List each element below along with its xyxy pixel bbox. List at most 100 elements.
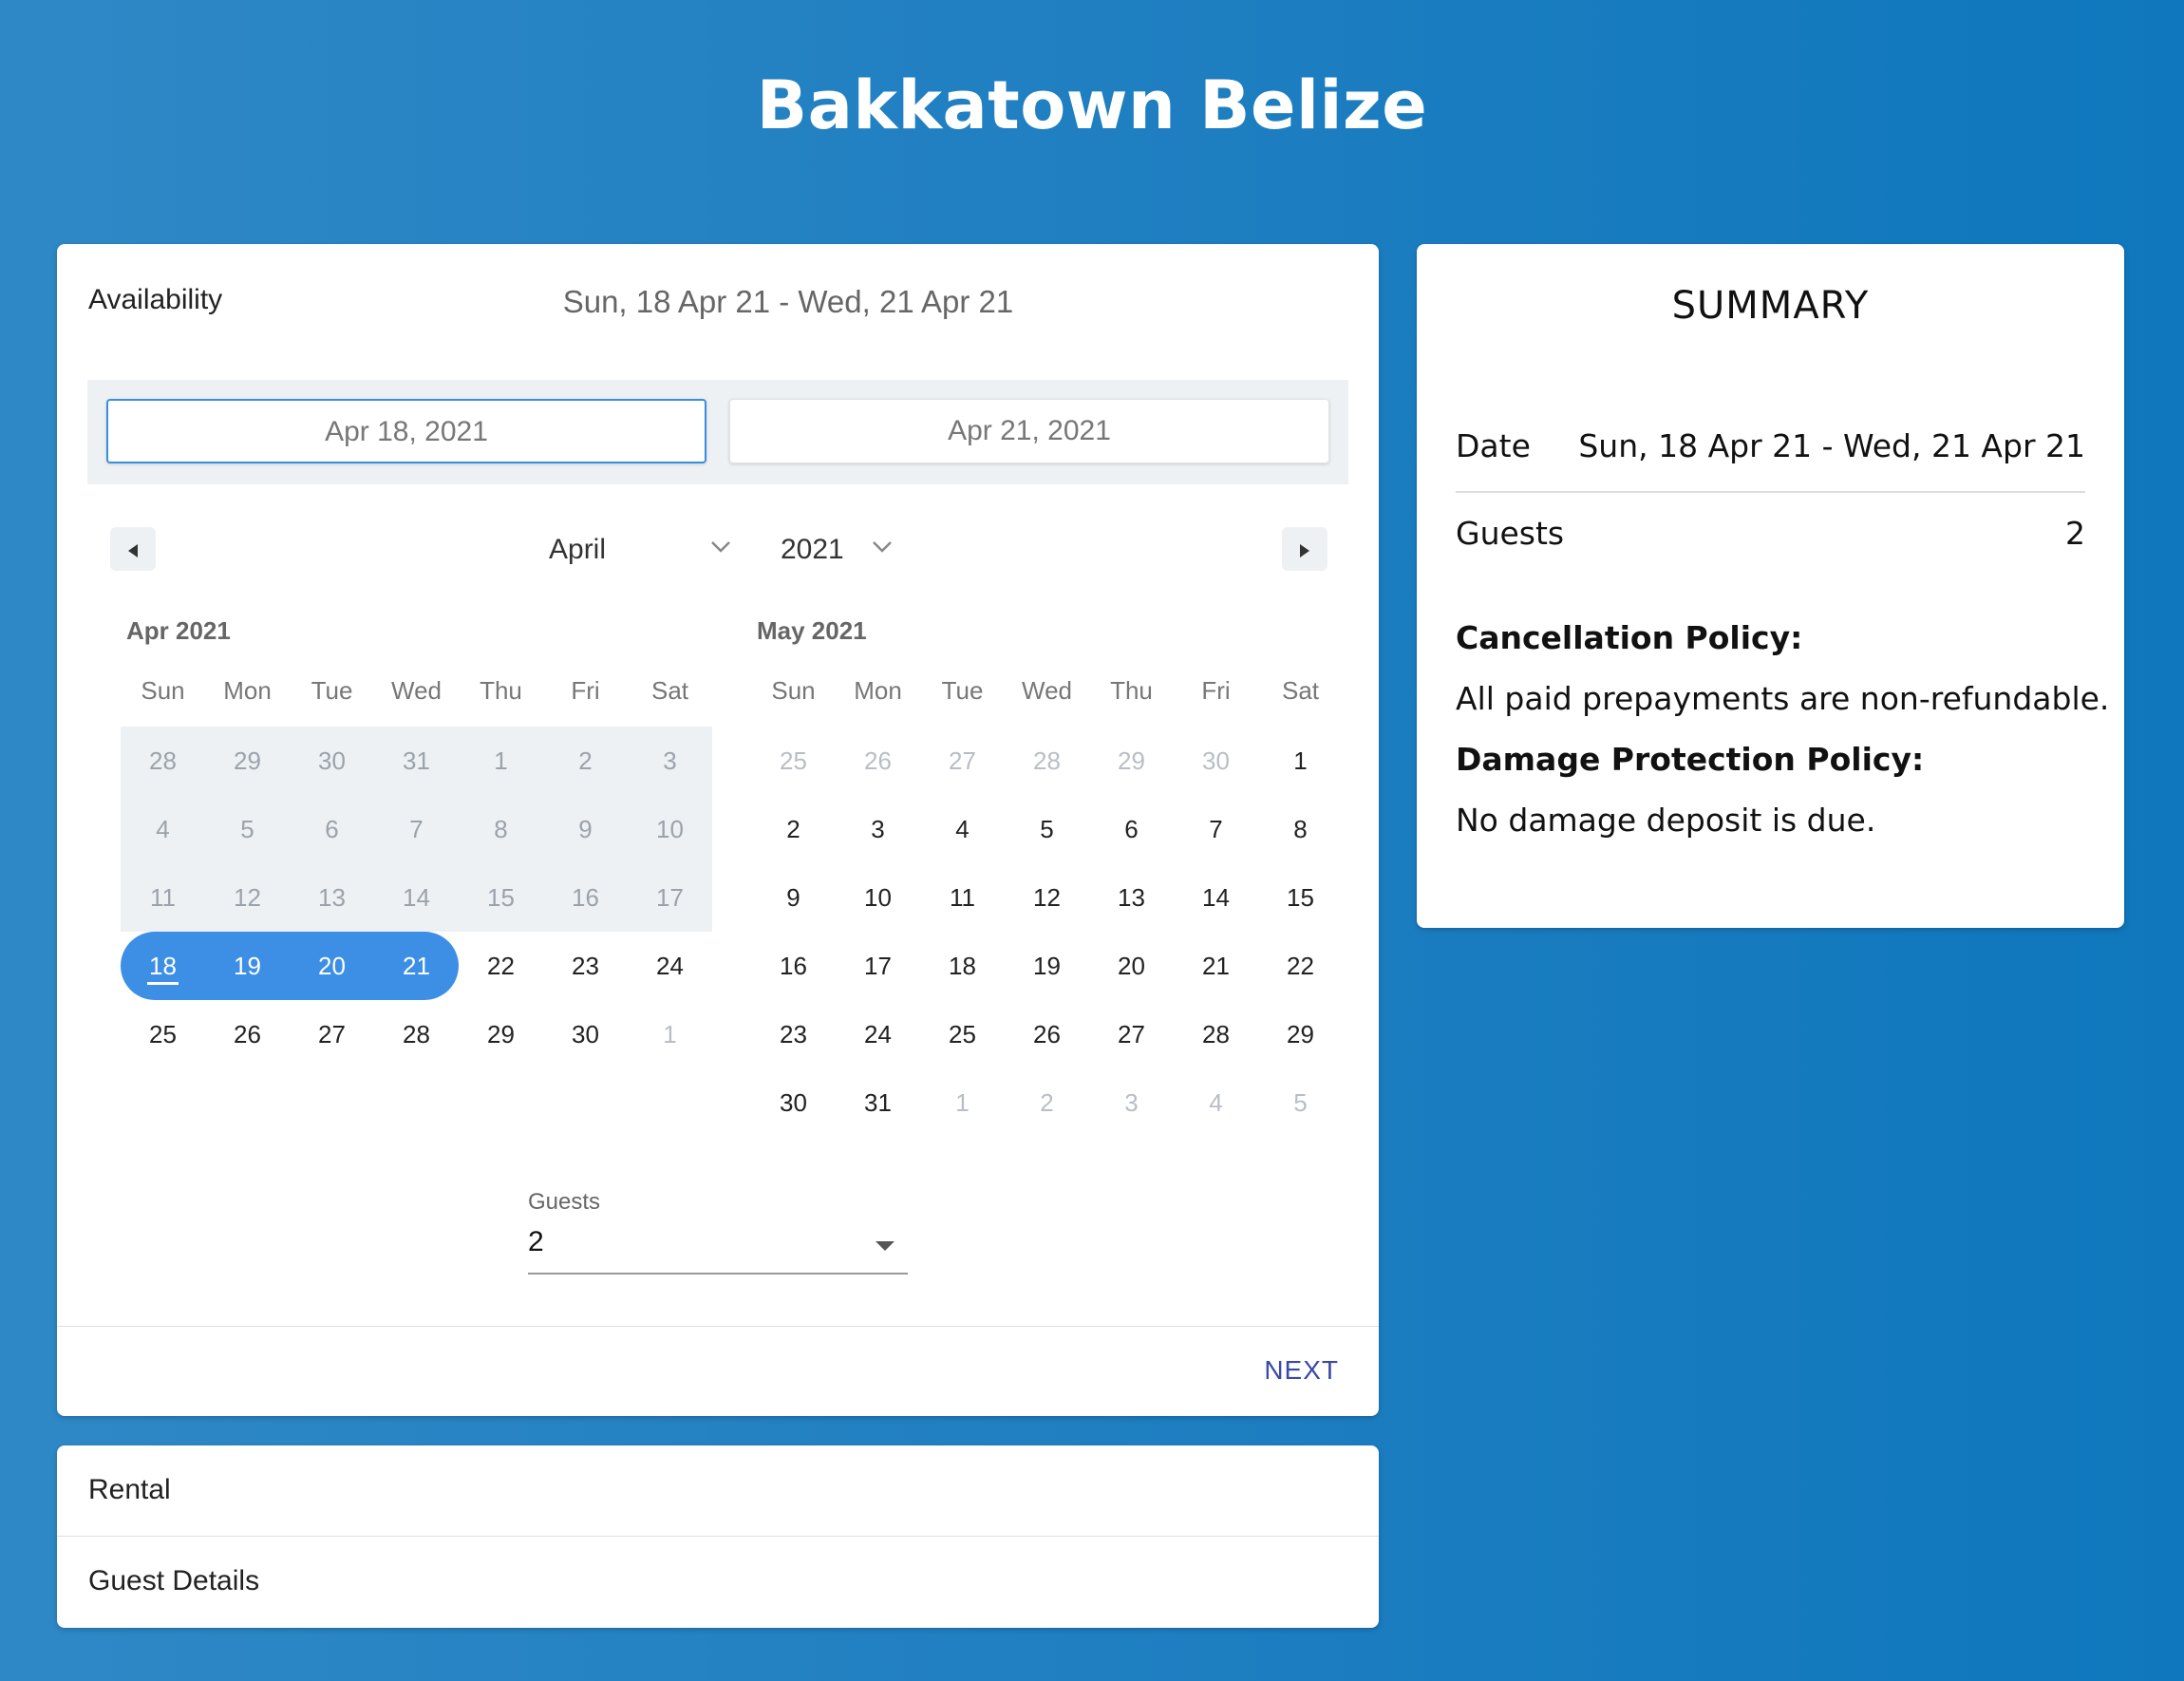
summary-date-value: Sun, 18 Apr 21 - Wed, 21 Apr 21 [1578, 427, 2085, 464]
weekday-label: Tue [311, 676, 353, 705]
calendar-day[interactable]: 29 [1089, 727, 1174, 795]
calendar-day[interactable]: 3 [836, 795, 920, 863]
calendar-day[interactable]: 27 [920, 727, 1005, 795]
calendar-day[interactable]: 28 [1005, 727, 1089, 795]
calendar-day[interactable]: 18 [920, 932, 1005, 1000]
summary-guests-label: Guests [1456, 515, 1565, 552]
calendar-day[interactable]: 31 [836, 1068, 920, 1137]
summary-title: SUMMARY [1671, 284, 1870, 328]
summary-date-label: Date [1456, 427, 1531, 464]
damage-policy-heading: Damage Protection Policy: [1456, 741, 1925, 778]
calendar-day: 10 [628, 795, 712, 863]
calendar-day[interactable]: 20 [290, 932, 374, 1000]
weekday-label: Tue [941, 676, 984, 705]
calendar-day[interactable]: 2 [751, 795, 836, 863]
calendar-day[interactable]: 5 [1258, 1068, 1343, 1137]
weekday-label: Sun [771, 676, 816, 705]
calendar-day[interactable]: 14 [1174, 863, 1258, 932]
summary-guests-value: 2 [2065, 515, 2085, 552]
next-button[interactable]: NEXT [1264, 1355, 1339, 1386]
calendar-day[interactable]: 18 [121, 932, 205, 1000]
weekday-label: Thu [1110, 676, 1153, 705]
triangle-right-icon [1300, 543, 1309, 557]
calendar-day[interactable]: 29 [459, 1000, 543, 1068]
calendar-day[interactable]: 6 [1089, 795, 1174, 863]
calendar-day[interactable]: 8 [1258, 795, 1343, 863]
calendar-day[interactable]: 15 [1258, 863, 1343, 932]
calendar-day[interactable]: 13 [1089, 863, 1174, 932]
calendar-day[interactable]: 24 [628, 932, 712, 1000]
calendar-day: 12 [205, 863, 290, 932]
previous-month-button[interactable] [110, 527, 156, 571]
calendar-day[interactable]: 29 [1258, 1000, 1343, 1068]
calendar-day[interactable]: 22 [459, 932, 543, 1000]
calendar-day[interactable]: 17 [836, 932, 920, 1000]
weekday-label: Sat [1281, 676, 1320, 705]
end-date-input[interactable]: Apr 21, 2021 [729, 399, 1329, 463]
calendar-day[interactable]: 27 [290, 1000, 374, 1068]
calendar-day: 30 [290, 727, 374, 795]
calendar-day[interactable]: 9 [751, 863, 836, 932]
guests-select[interactable]: 2 [528, 1222, 908, 1275]
calendar-day: 28 [121, 727, 205, 795]
calendar-day[interactable]: 28 [1174, 1000, 1258, 1068]
calendar-day[interactable]: 16 [751, 932, 836, 1000]
calendar-day[interactable]: 11 [920, 863, 1005, 932]
chevron-down-icon[interactable] [872, 529, 893, 560]
calendar-day[interactable]: 4 [1174, 1068, 1258, 1137]
calendar-day[interactable]: 19 [205, 932, 290, 1000]
calendar-day: 11 [121, 863, 205, 932]
footer-divider [57, 1326, 1379, 1327]
month-select[interactable]: April [549, 534, 606, 566]
calendar-day: 17 [628, 863, 712, 932]
step-rental[interactable]: Rental [88, 1474, 171, 1506]
calendar-day: 9 [543, 795, 628, 863]
calendar-day: 1 [459, 727, 543, 795]
calendar-day[interactable]: 26 [836, 727, 920, 795]
step-guest-details[interactable]: Guest Details [88, 1565, 259, 1597]
calendar-day[interactable]: 21 [374, 932, 459, 1000]
calendar-day: 8 [459, 795, 543, 863]
calendar-day[interactable]: 30 [1174, 727, 1258, 795]
calendar-day[interactable]: 23 [543, 932, 628, 1000]
calendar-day[interactable]: 10 [836, 863, 920, 932]
calendar-day[interactable]: 30 [543, 1000, 628, 1068]
calendar-day[interactable]: 21 [1174, 932, 1258, 1000]
start-date-input[interactable]: Apr 18, 2021 [106, 399, 706, 463]
calendar-day[interactable]: 24 [836, 1000, 920, 1068]
calendar-day: 3 [628, 727, 712, 795]
calendar-day[interactable]: 5 [1005, 795, 1089, 863]
calendar-title-may: May 2021 [757, 616, 867, 645]
calendar-day[interactable]: 23 [751, 1000, 836, 1068]
site-title: Bakkatown Belize [756, 66, 1428, 144]
calendar-day[interactable]: 25 [751, 727, 836, 795]
calendar-day[interactable]: 26 [205, 1000, 290, 1068]
calendar-day[interactable]: 1 [1258, 727, 1343, 795]
caret-down-icon [875, 1241, 894, 1251]
calendar-day[interactable]: 7 [1174, 795, 1258, 863]
calendar-day[interactable]: 26 [1005, 1000, 1089, 1068]
calendar-day[interactable]: 25 [920, 1000, 1005, 1068]
calendar-day[interactable]: 12 [1005, 863, 1089, 932]
availability-range: Sun, 18 Apr 21 - Wed, 21 Apr 21 [562, 284, 1014, 319]
calendar-day[interactable]: 1 [628, 1000, 712, 1068]
calendar-day[interactable]: 2 [1005, 1068, 1089, 1137]
chevron-down-icon[interactable] [710, 529, 731, 560]
calendar-day[interactable]: 28 [374, 1000, 459, 1068]
date-range-inputs: Apr 18, 2021 Apr 21, 2021 [87, 380, 1348, 484]
weekday-label: Sat [650, 676, 689, 705]
steps-card: Rental Guest Details [57, 1445, 1379, 1628]
year-select[interactable]: 2021 [781, 534, 844, 566]
calendar-day[interactable]: 1 [920, 1068, 1005, 1137]
calendar-day[interactable]: 22 [1258, 932, 1343, 1000]
calendar-day[interactable]: 30 [751, 1068, 836, 1137]
calendar-day[interactable]: 25 [121, 1000, 205, 1068]
calendar-day[interactable]: 3 [1089, 1068, 1174, 1137]
guests-value: 2 [528, 1226, 544, 1257]
calendar-day: 29 [205, 727, 290, 795]
calendar-day[interactable]: 20 [1089, 932, 1174, 1000]
calendar-day[interactable]: 4 [920, 795, 1005, 863]
calendar-day[interactable]: 27 [1089, 1000, 1174, 1068]
calendar-day[interactable]: 19 [1005, 932, 1089, 1000]
next-month-button[interactable] [1282, 527, 1327, 571]
